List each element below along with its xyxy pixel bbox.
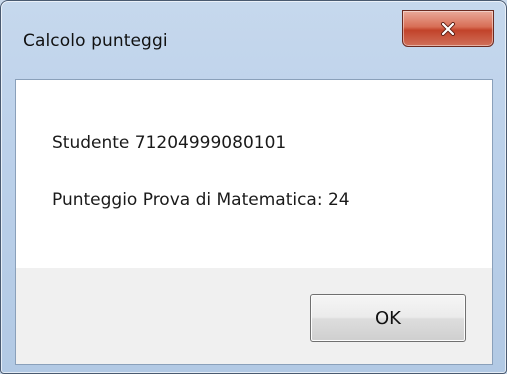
close-icon: [440, 21, 456, 36]
dialog-body: Studente 71204999080101 Punteggio Prova …: [15, 79, 493, 365]
title-bar[interactable]: Calcolo punteggi: [1, 1, 506, 79]
score-text: Punteggio Prova di Matematica: 24: [52, 190, 350, 210]
window-title: Calcolo punteggi: [23, 31, 168, 51]
message-area: Studente 71204999080101 Punteggio Prova …: [16, 80, 492, 268]
ok-button[interactable]: OK: [310, 294, 466, 342]
student-id-text: Studente 71204999080101: [52, 133, 287, 153]
close-button[interactable]: [402, 10, 494, 47]
message-dialog: Calcolo punteggi Studente 71204999080101…: [0, 0, 507, 374]
